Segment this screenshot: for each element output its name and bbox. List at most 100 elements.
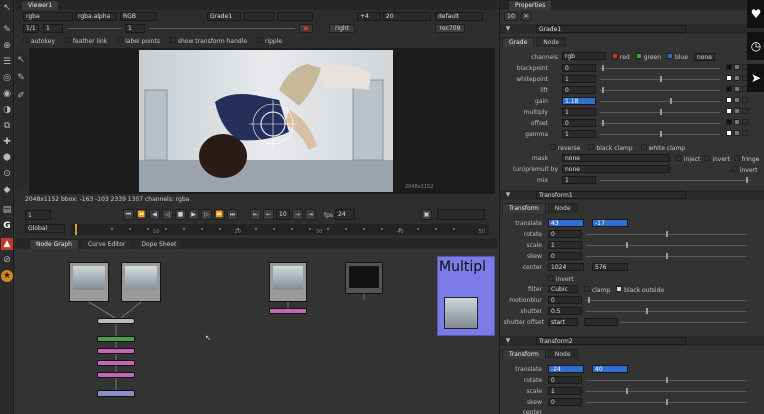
transform2-name-field[interactable]: Transform2 xyxy=(536,337,686,345)
pen-icon[interactable]: ✎ xyxy=(15,72,27,84)
black-clamp-toggle[interactable]: black clamp xyxy=(588,144,633,152)
white-clamp-toggle[interactable]: white clamp xyxy=(640,144,685,152)
range-field[interactable] xyxy=(437,209,485,220)
rotate2-field[interactable]: 0 xyxy=(548,376,582,384)
read-node-1[interactable] xyxy=(69,262,109,302)
fps-field[interactable]: 24 xyxy=(335,209,356,220)
merge-node[interactable] xyxy=(97,318,135,324)
transform-node-3[interactable] xyxy=(97,372,135,378)
rotate-field[interactable]: 0 xyxy=(548,230,582,238)
autokey-toggle[interactable]: autokey xyxy=(23,36,55,45)
viewer-gamma-slider[interactable] xyxy=(149,28,295,29)
motionblur-slider[interactable] xyxy=(586,297,746,303)
metadata-icon[interactable]: ◆ xyxy=(1,184,13,196)
shutter-offset-slider[interactable] xyxy=(620,322,746,323)
offset-field[interactable]: 0 xyxy=(562,119,596,127)
filter-icon[interactable]: ◉ xyxy=(1,88,13,100)
swatch-row[interactable] xyxy=(726,119,762,130)
multiply-field[interactable]: 1 xyxy=(562,108,596,116)
move-icon[interactable]: ✚ xyxy=(1,136,13,148)
play-back-button[interactable]: ◁ xyxy=(162,209,173,220)
constant-node[interactable] xyxy=(345,262,383,294)
multiply-slider[interactable] xyxy=(600,109,720,115)
viewer-node[interactable] xyxy=(97,390,135,397)
channels-dropdown[interactable]: rgba xyxy=(23,12,73,21)
overlay-heart-icon[interactable]: ♥ xyxy=(747,0,764,28)
translate2-x-field[interactable]: -24 xyxy=(548,365,584,373)
scale2-slider[interactable] xyxy=(586,388,746,394)
skew-slider[interactable] xyxy=(586,253,746,259)
gain-dropdown[interactable]: 20 xyxy=(383,12,431,21)
center-y-field[interactable]: 576 xyxy=(592,263,628,271)
gamma-slider[interactable] xyxy=(600,131,720,137)
rotate-slider[interactable] xyxy=(586,231,746,237)
mix-field[interactable]: 1 xyxy=(562,176,596,184)
translate-y-field[interactable]: -17 xyxy=(592,219,628,227)
timeline[interactable]: 1 10 20 30 40 50 xyxy=(71,224,489,235)
other-icon[interactable]: ⊘ xyxy=(1,254,13,266)
grade-name-field[interactable]: Grade1 xyxy=(536,25,686,33)
tab-transform2-node[interactable]: Node xyxy=(547,349,578,359)
tab-transform1-node[interactable]: Node xyxy=(547,203,578,213)
channel-icon[interactable]: ☰ xyxy=(1,56,13,68)
whitepoint-slider[interactable] xyxy=(600,76,720,82)
gamma-value-field[interactable]: 1 xyxy=(562,130,596,138)
tab-grade-node[interactable]: Node xyxy=(536,37,566,47)
shutter-offset-field[interactable] xyxy=(584,318,618,326)
collapse-icon[interactable]: ▾ xyxy=(502,189,514,201)
mask-dropdown[interactable]: none xyxy=(562,154,670,162)
none-toggle[interactable]: none xyxy=(693,53,715,61)
next-frame-button[interactable]: ▷ xyxy=(201,209,212,220)
play-increment-field[interactable]: 10 xyxy=(276,209,290,220)
inject-toggle[interactable]: inject xyxy=(676,155,700,163)
viewer-gain-slider[interactable] xyxy=(67,28,121,29)
whitepoint-field[interactable]: 1 xyxy=(562,75,596,83)
transform1-name-field[interactable]: Transform1 xyxy=(536,191,686,199)
shutter-field[interactable]: 0.5 xyxy=(548,307,582,315)
frame-field[interactable]: 1/1 xyxy=(23,24,39,33)
blackpoint-slider[interactable] xyxy=(600,65,720,71)
mix-slider[interactable] xyxy=(600,177,750,183)
ofx-icon[interactable]: ★ xyxy=(1,270,13,282)
grade-channels-dropdown[interactable]: rgb xyxy=(562,52,606,60)
prev-key-button[interactable]: ⏪ xyxy=(136,209,147,220)
toolsets-icon[interactable]: ▤ xyxy=(1,204,13,216)
motionblur-field[interactable]: 0 xyxy=(548,296,582,304)
overlay-share-icon[interactable]: ➤ xyxy=(747,64,764,92)
first-frame-button[interactable]: ⏮ xyxy=(123,209,134,220)
gain-value-field[interactable]: 1.18 xyxy=(562,97,596,105)
gamma-field[interactable]: 1 xyxy=(125,24,145,33)
fringe-toggle[interactable]: fringe xyxy=(733,155,759,163)
tab-transform2[interactable]: Transform xyxy=(502,349,546,359)
stop-button[interactable]: ■ xyxy=(175,209,186,220)
colorspace-dropdown[interactable]: RGB xyxy=(120,12,156,21)
reverse-toggle[interactable]: reverse xyxy=(550,144,580,152)
brush-icon[interactable]: ✐ xyxy=(15,90,27,102)
last-frame-button[interactable]: ⏭ xyxy=(227,209,238,220)
prev-frame-button[interactable]: ◀ xyxy=(149,209,160,220)
blue-toggle[interactable]: blue xyxy=(667,53,688,61)
merge-icon[interactable]: ⧉ xyxy=(1,120,13,132)
invert-mask-toggle[interactable]: invert xyxy=(704,155,730,163)
clamp-toggle[interactable]: clamp xyxy=(584,286,610,294)
transform-node-1[interactable] xyxy=(97,348,135,354)
3d-icon[interactable]: ⬢ xyxy=(1,152,13,164)
lift-field[interactable]: 0 xyxy=(562,86,596,94)
black-outside-toggle[interactable]: black outside xyxy=(616,286,664,294)
skip-forward-button[interactable]: ⇥ xyxy=(305,209,316,220)
tab-grade[interactable]: Grade xyxy=(502,37,535,47)
roi-button[interactable]: ● xyxy=(299,24,313,33)
tab-transform1[interactable]: Transform xyxy=(502,203,546,213)
view-dropdown[interactable]: right xyxy=(329,24,355,33)
next-key-button[interactable]: ⏩ xyxy=(214,209,225,220)
alpha-dropdown[interactable]: rgba.alpha xyxy=(75,12,117,21)
viewport[interactable]: 2048x1152 xyxy=(29,48,495,194)
read-node-2[interactable] xyxy=(121,262,161,302)
transform-icon[interactable]: ⊕ xyxy=(1,40,13,52)
tab-curve-editor[interactable]: Curve Editor xyxy=(80,239,133,249)
feather-link-toggle[interactable]: feather link xyxy=(64,36,107,45)
skip-back-button[interactable]: ⇤ xyxy=(250,209,261,220)
tab-properties[interactable]: Properties xyxy=(508,0,553,10)
nuke-icon[interactable]: ▲ xyxy=(1,238,13,250)
scale-slider[interactable] xyxy=(586,242,746,248)
